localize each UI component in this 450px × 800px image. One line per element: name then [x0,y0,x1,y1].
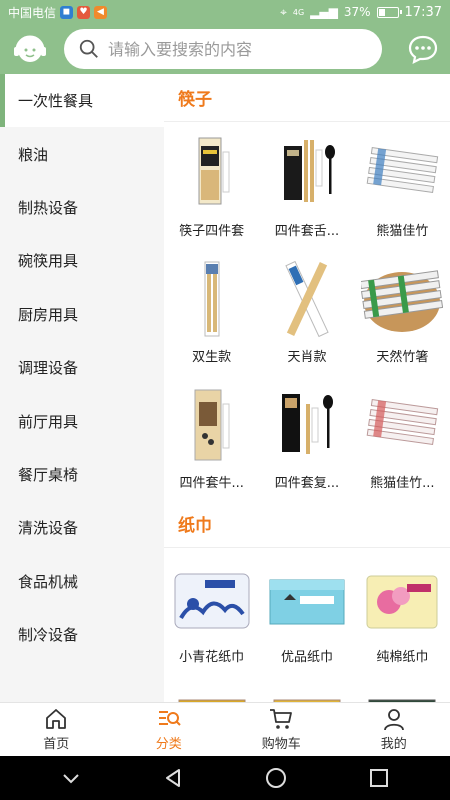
recents-square-icon [369,769,388,787]
battery-percent: 37% [343,5,371,19]
tissue-box-icon [269,579,345,625]
product-name: 小青花纸巾 [179,650,245,665]
nav-recents-button[interactable] [359,758,399,798]
map-notification-icon: ♥ [77,5,91,19]
message-icon[interactable] [406,32,440,66]
product-card[interactable] [164,674,259,702]
product-name: 双生款 [192,350,232,365]
product-name: 纯棉纸巾 [376,650,429,665]
tissue-box-yellow-icon [273,699,341,702]
product-card[interactable]: 筷子四件套 [164,122,259,248]
product-list: 筷子 筷子四件套 四件套舌... 熊猫佳竹 双生款 天肖款 天然竹箸 四件套牛.… [164,74,450,702]
product-card[interactable] [355,674,450,702]
cutlery-set-icon [281,394,333,454]
tab-label: 首页 [43,737,70,752]
sidebar-item-cleaning-equipment[interactable]: 清洗设备 [0,501,164,554]
product-card[interactable] [259,674,354,702]
product-card[interactable]: 熊猫佳竹 [355,122,450,248]
app-notification-icon: ◼ [60,5,74,19]
product-name: 四件套舌... [274,224,340,239]
tissue-pack-icon [174,573,250,629]
clock: 17:37 [404,4,442,20]
crossed-chopsticks-icon [285,260,329,338]
product-card[interactable]: 熊猫佳竹... [355,374,450,500]
back-triangle-icon [165,769,180,787]
sidebar-item-bowls-chopsticks[interactable]: 碗筷用具 [0,234,164,287]
customer-service-logo-icon[interactable] [10,29,50,69]
sidebar-item-front-hall[interactable]: 前厅用具 [0,394,164,447]
product-card[interactable]: 小青花纸巾 [164,548,259,674]
network-type: 4G [292,7,305,17]
tab-home[interactable]: 首页 [0,703,113,756]
system-nav-bar [0,756,450,800]
product-name: 四件套复... [274,476,340,491]
tissue-pack-pink-icon [366,575,438,629]
chopstick-set-icon [198,137,230,205]
search-input[interactable] [108,39,358,59]
tab-label: 购物车 [261,737,301,752]
profile-icon [383,709,404,731]
signal-icon: ▂▄▆ [310,5,338,19]
media-notification-icon: ◀ [94,5,108,19]
product-card[interactable]: 天然竹箸 [355,248,450,374]
top-header [0,24,450,74]
sidebar-item-refrigeration[interactable]: 制冷设备 [0,608,164,661]
product-card[interactable]: 四件套牛... [164,374,259,500]
product-name: 天然竹箸 [376,350,429,365]
sidebar-item-grain-oil[interactable]: 粮油 [0,127,164,180]
nav-hide-button[interactable] [51,758,91,798]
search-icon [79,39,98,58]
status-bar: 中国电信 ◼ ♥ ◀ ⌖ 4G ▂▄▆ 37% 17:37 [0,0,450,24]
battery-icon [376,6,402,18]
nav-back-button[interactable] [154,758,194,798]
category-icon [158,711,181,726]
product-card[interactable]: 四件套舌... [259,122,354,248]
sidebar-item-kitchen-utensils[interactable]: 厨房用具 [0,288,164,341]
home-icon [46,709,67,729]
product-name: 筷子四件套 [179,224,245,239]
sidebar-item-conditioning-equipment[interactable]: 调理设备 [0,341,164,394]
section-title-tissue: 纸巾 [164,500,450,548]
location-icon: ⌖ [280,4,287,19]
tab-profile[interactable]: 我的 [338,703,450,756]
home-circle-icon [266,768,287,788]
product-card[interactable]: 天肖款 [259,248,354,374]
tab-label: 分类 [155,737,182,752]
product-card[interactable]: 优品纸巾 [259,548,354,674]
tab-label: 我的 [380,737,407,752]
product-name: 熊猫佳竹... [370,476,435,491]
carrier-text: 中国电信 [8,5,57,20]
chopstick-set-icon [194,389,230,461]
search-bar[interactable] [64,29,382,69]
cutlery-set-icon [283,140,335,202]
chopstick-bundle-icon [366,399,439,446]
category-sidebar: 一次性餐具 粮油 制热设备 碗筷用具 厨房用具 调理设备 前厅用具 餐厅桌椅 清… [0,74,164,702]
product-grid-tissue: 小青花纸巾 优品纸巾 纯棉纸巾 [164,548,450,702]
chopstick-pair-icon [204,261,220,337]
sidebar-item-heating-equipment[interactable]: 制热设备 [0,181,164,234]
product-name: 优品纸巾 [280,650,333,665]
product-card[interactable]: 双生款 [164,248,259,374]
nav-home-button[interactable] [256,758,296,798]
chopstick-bundle-icon [366,147,439,194]
product-name: 熊猫佳竹 [376,224,429,239]
cart-icon [270,709,293,729]
sidebar-item-disposable-tableware[interactable]: 一次性餐具 [0,74,164,128]
section-title-chopsticks: 筷子 [164,74,450,122]
product-card[interactable]: 纯棉纸巾 [355,548,450,674]
product-name: 四件套牛... [179,476,244,491]
tissue-box-dark-icon [368,699,436,702]
sidebar-item-tables-chairs[interactable]: 餐厅桌椅 [0,448,164,501]
product-card[interactable]: 四件套复... [259,374,354,500]
tab-cart[interactable]: 购物车 [225,703,338,756]
tissue-box-yellow-icon [178,699,246,702]
product-grid-chopsticks: 筷子四件套 四件套舌... 熊猫佳竹 双生款 天肖款 天然竹箸 四件套牛... … [164,122,450,500]
bamboo-basket-icon [361,270,444,332]
product-name: 天肖款 [287,350,327,365]
tab-category[interactable]: 分类 [113,703,226,756]
chevron-down-icon [63,774,79,784]
bottom-tab-bar: 首页 分类 购物车 我的 [0,702,450,756]
sidebar-item-food-machinery[interactable]: 食品机械 [0,555,164,608]
